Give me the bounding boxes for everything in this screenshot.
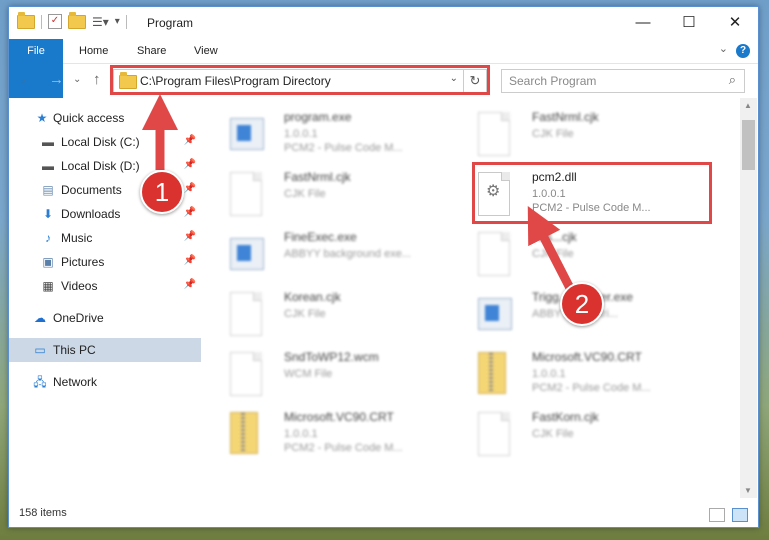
arrow-to-file bbox=[527, 205, 577, 295]
step-2-badge: 2 bbox=[560, 282, 604, 326]
annotation-arrows bbox=[142, 94, 577, 295]
step-1-badge: 1 bbox=[140, 170, 184, 214]
